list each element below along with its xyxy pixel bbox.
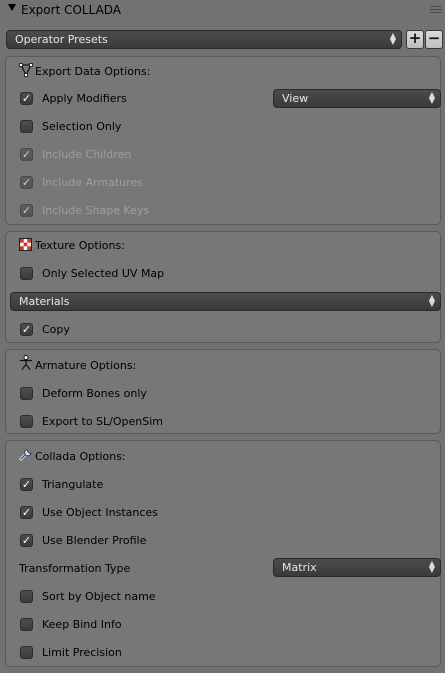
checkmark-icon: ✓ [20,478,33,491]
deform-bones-only-label: Deform Bones only [42,387,147,400]
only-selected-uv-label: Only Selected UV Map [42,267,165,280]
collada-options-panel: Collada Options: ✓ Triangulate ✓ Use Obj… [5,440,441,667]
checkmark-icon: ✓ [20,204,33,217]
include-children-label: Include Children [42,148,132,161]
apply-modifiers-label: Apply Modifiers [42,92,127,105]
texture-options-panel: Texture Options: Only Selected UV Map Ma… [5,231,441,343]
checkbox-box [20,646,33,659]
transformation-type-label: Transformation Type [19,562,131,575]
materials-dropdown[interactable]: Materials ▲ ▼ [10,292,441,311]
include-armatures-label: Include Armatures [42,176,143,189]
export-data-title: Export Data Options: [35,65,151,78]
updown-arrows-icon: ▲ ▼ [389,31,396,46]
keep-bind-info-label: Keep Bind Info [42,618,122,631]
triangulate-label: Triangulate [42,478,104,491]
include-shape-keys-label: Include Shape Keys [42,204,150,217]
transformation-type-value: Matrix [282,561,317,574]
triangle-down-icon[interactable] [8,4,16,11]
modifiers-mode-value: View [282,92,309,105]
checkmark-icon: ✓ [20,92,33,105]
checkmark-icon: ✓ [20,176,33,189]
checkmark-icon: ✓ [20,534,33,547]
materials-value: Materials [19,295,70,308]
export-collada-header[interactable]: Export COLLADA [0,0,445,22]
selection-only-label: Selection Only [42,120,122,133]
armature-options-panel: Armature Options: Deform Bones only Expo… [5,349,441,434]
export-sl-opensim-label: Export to SL/OpenSim [42,415,163,428]
armature-figure-icon [20,355,32,370]
modifiers-mode-dropdown[interactable]: View ▲ ▼ [273,89,441,108]
checkmark-icon: ✓ [20,506,33,519]
updown-arrows-icon: ▲ ▼ [428,90,435,105]
checkmark-icon: ✓ [20,148,33,161]
checkbox-box [20,415,33,428]
wrench-icon [19,448,32,461]
remove-preset-button[interactable]: − [425,30,443,49]
sort-by-object-name-label: Sort by Object name [42,590,156,603]
use-object-instances-label: Use Object Instances [42,506,158,519]
checkbox-box [20,267,33,280]
checker-texture-icon [19,238,32,251]
checkbox-box [20,120,33,133]
panel-title: Export COLLADA [21,3,122,17]
copy-label: Copy [42,323,70,336]
add-preset-button[interactable]: + [406,30,424,49]
vertex-mesh-icon [19,63,33,77]
limit-precision-label: Limit Precision [42,646,122,659]
use-blender-profile-label: Use Blender Profile [42,534,147,547]
checkbox-box [20,387,33,400]
minus-icon: − [427,29,441,47]
operator-presets-dropdown[interactable]: Operator Presets ▲ ▼ [6,30,402,49]
operator-presets-label: Operator Presets [15,33,108,46]
updown-arrows-icon: ▲ ▼ [428,293,435,308]
checkmark-icon: ✓ [20,323,33,336]
drag-grip-icon[interactable] [430,6,442,14]
transformation-type-dropdown[interactable]: Matrix ▲ ▼ [273,558,441,577]
export-data-options-panel: Export Data Options: ✓ Apply Modifiers V… [5,56,441,225]
armature-options-title: Armature Options: [35,359,137,372]
checkbox-box [20,590,33,603]
collada-options-title: Collada Options: [35,450,126,463]
updown-arrows-icon: ▲ ▼ [428,559,435,574]
checkbox-box [20,618,33,631]
plus-icon: + [408,29,422,47]
texture-options-title: Texture Options: [35,239,125,252]
